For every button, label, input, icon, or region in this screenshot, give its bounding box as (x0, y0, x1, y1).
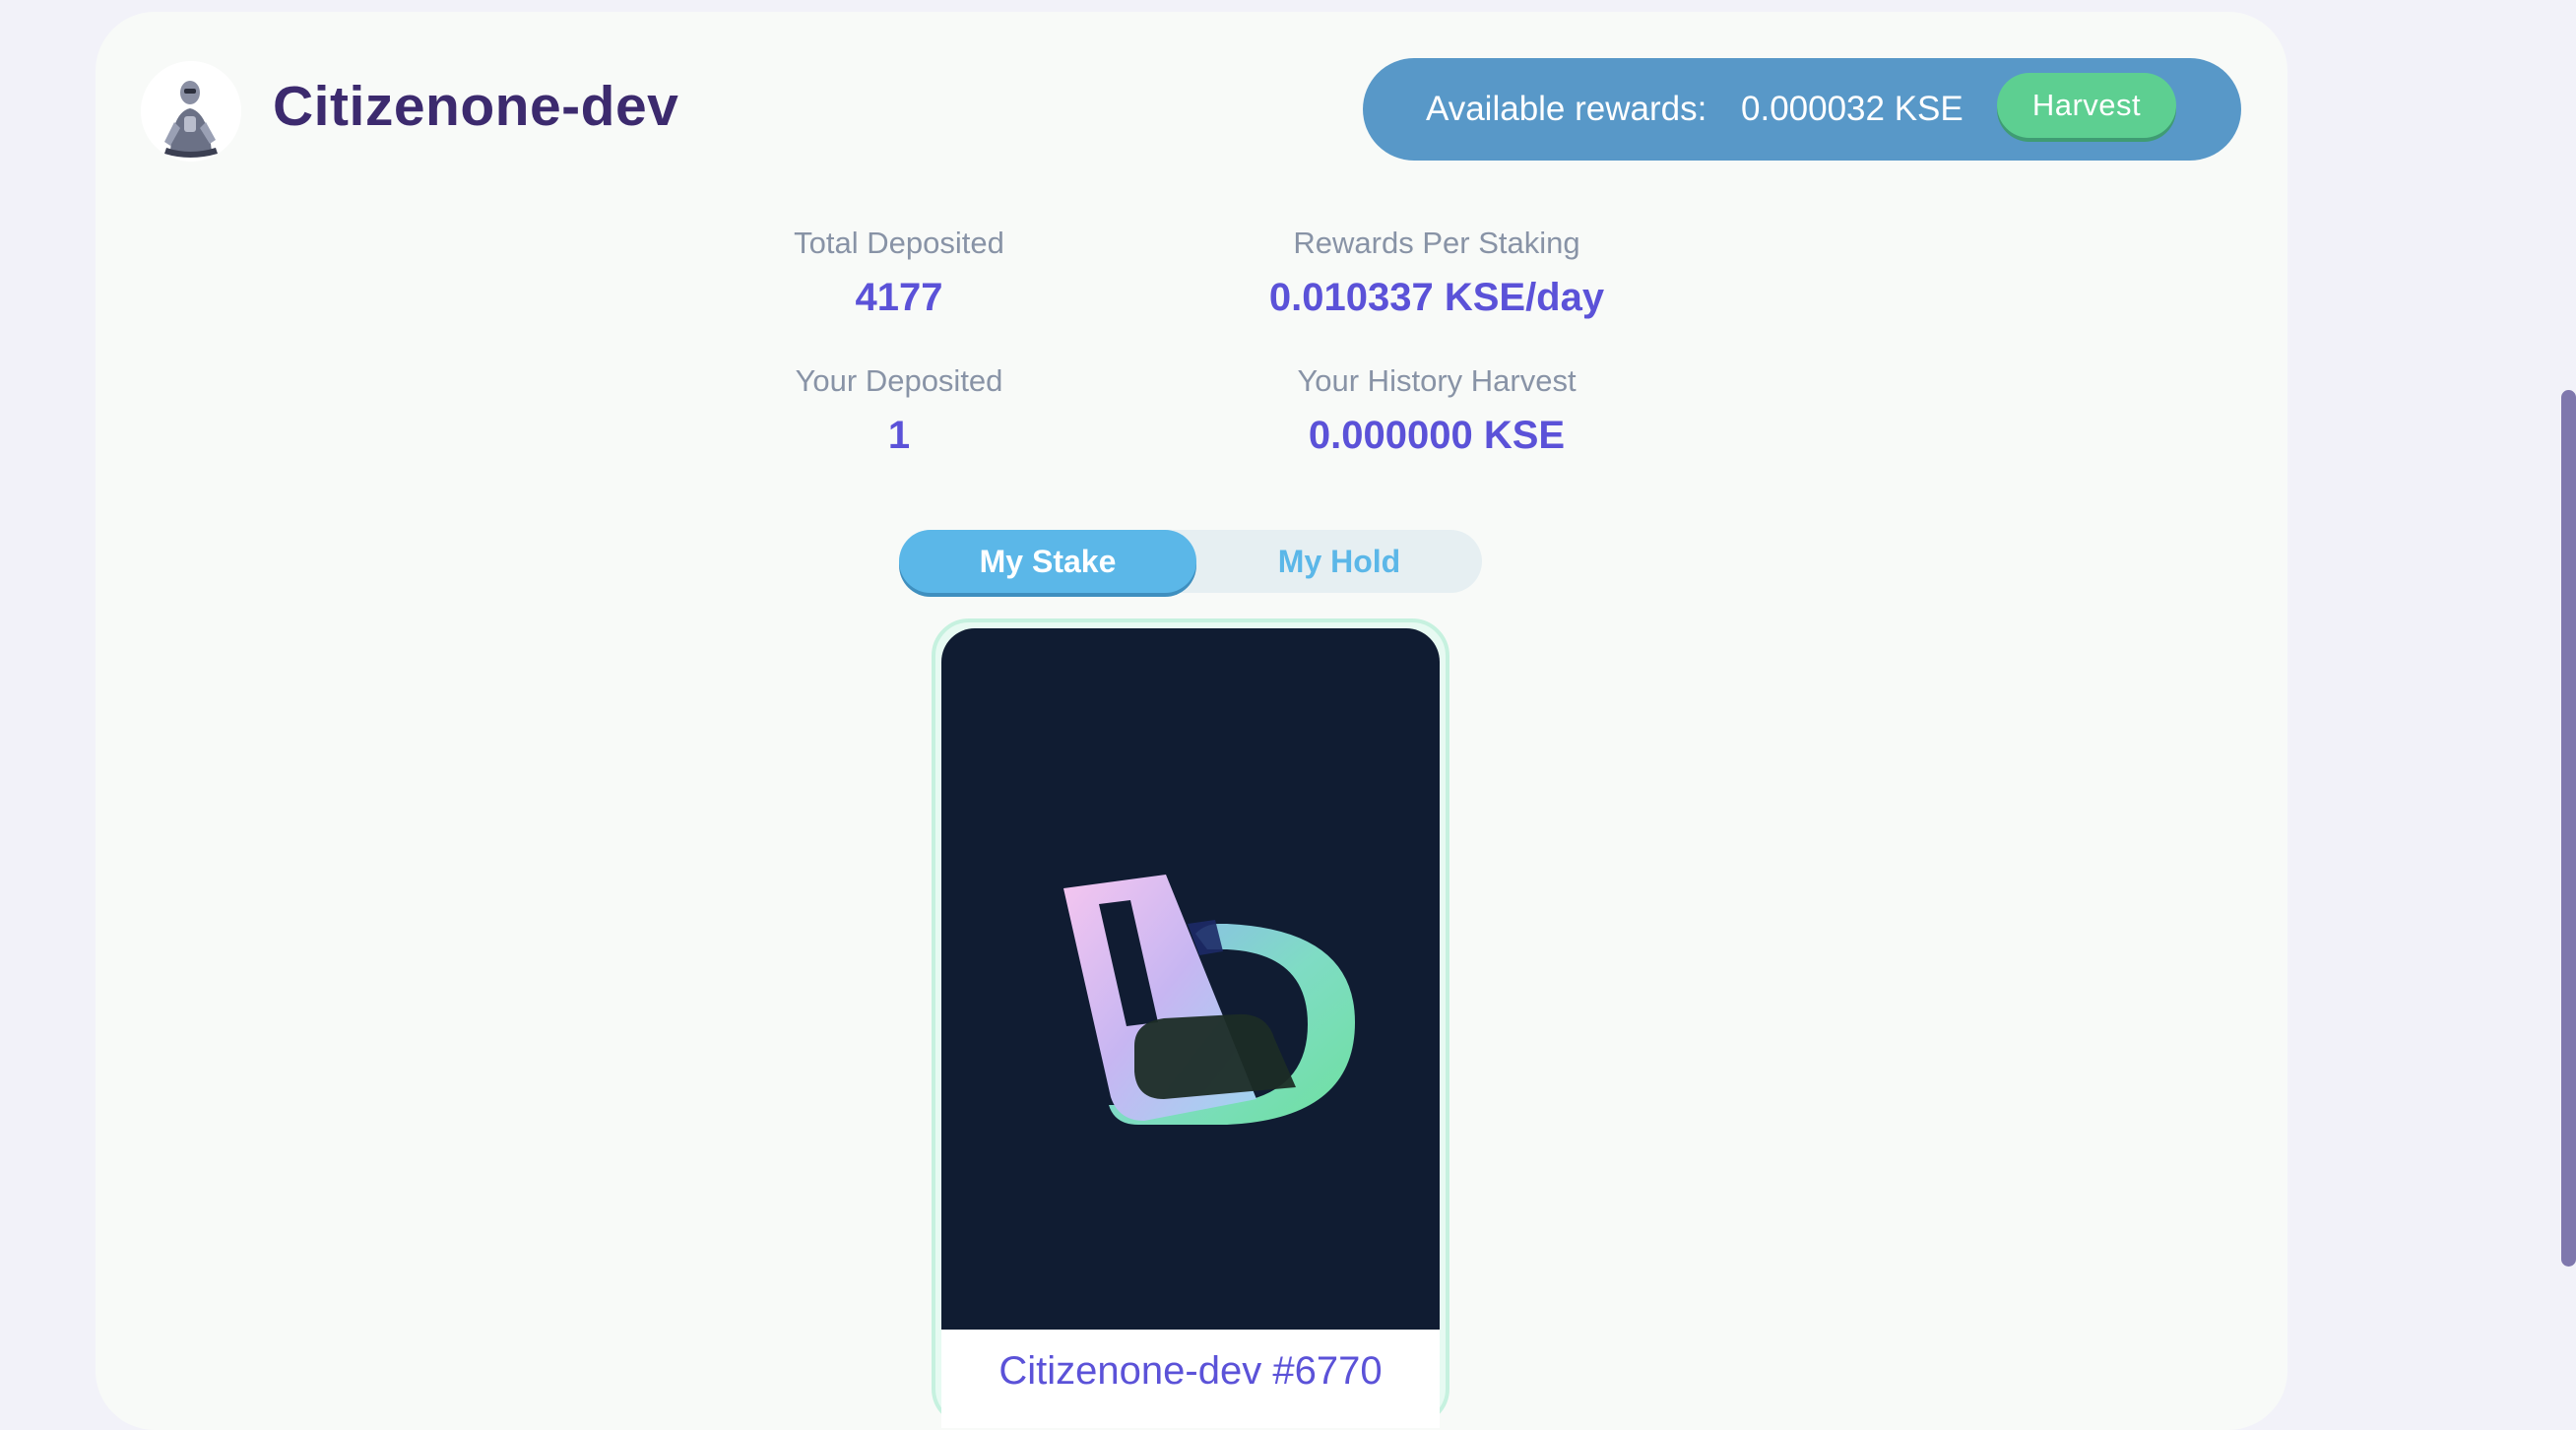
stat-value: 4177 (855, 276, 943, 319)
collection-avatar (141, 61, 241, 162)
stat-your-history-harvest: Your History Harvest 0.000000 KSE (1191, 358, 1683, 465)
stat-your-deposited: Your Deposited 1 (653, 358, 1145, 465)
available-rewards-label: Available rewards: (1426, 90, 1707, 128)
available-rewards-value: 0.000032 KSE (1741, 90, 1964, 128)
stat-rewards-per-staking: Rewards Per Staking 0.010337 KSE/day (1191, 221, 1683, 327)
stat-value: 0.010337 KSE/day (1268, 276, 1605, 319)
stake-hold-tabs: My Stake My Hold (899, 530, 1482, 593)
nft-image (941, 628, 1440, 1330)
robot-avatar-icon (141, 61, 241, 162)
rewards-bar: Available rewards: 0.000032 KSE Harvest (1363, 58, 2241, 161)
scrollbar-thumb[interactable] (2561, 390, 2576, 1267)
stat-label: Total Deposited (794, 226, 1004, 260)
stat-label: Your Deposited (795, 363, 1003, 398)
tab-my-hold[interactable]: My Hold (1196, 530, 1482, 593)
stat-label: Rewards Per Staking (1293, 226, 1580, 260)
stat-value: 0.000000 KSE (1308, 414, 1566, 457)
nft-name: Citizenone-dev #6770 (998, 1349, 1383, 1393)
nft-name-bar: Citizenone-dev #6770 (941, 1330, 1440, 1428)
collection-title: Citizenone-dev (273, 75, 679, 138)
stat-label: Your History Harvest (1297, 363, 1577, 398)
citizenone-logo-icon (1063, 875, 1355, 1125)
stat-total-deposited: Total Deposited 4177 (653, 221, 1145, 327)
harvest-button[interactable]: Harvest (1997, 73, 2176, 138)
tab-my-stake[interactable]: My Stake (899, 530, 1196, 593)
nft-card[interactable]: Citizenone-dev #6770 (932, 618, 1449, 1428)
stat-value: 1 (887, 414, 911, 457)
